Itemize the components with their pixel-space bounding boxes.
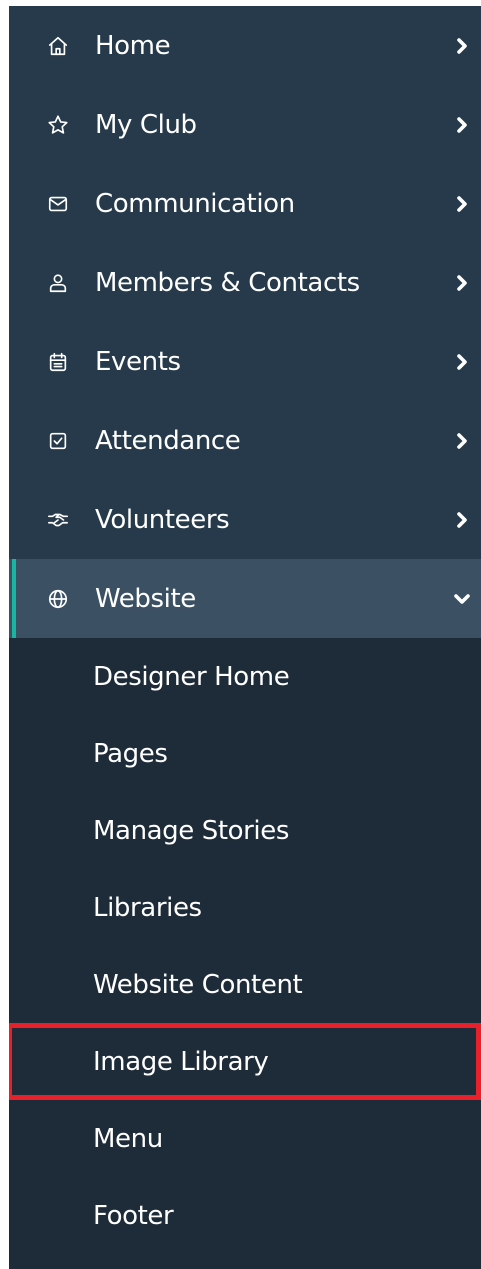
submenu-label: Footer (93, 1200, 174, 1231)
chevron-right-icon (453, 274, 471, 292)
nav-label-communication: Communication (95, 188, 295, 219)
envelope-icon (47, 193, 69, 215)
checkbox-icon (47, 430, 69, 452)
website-submenu: Designer Home Pages Manage Stories Libra… (9, 638, 481, 1254)
submenu-item-menu[interactable]: Menu (9, 1100, 481, 1177)
chevron-right-icon (453, 511, 471, 529)
submenu-label: Designer Home (93, 661, 290, 692)
submenu-label: Website Content (93, 969, 303, 1000)
nav-label-events: Events (95, 346, 181, 377)
submenu-item-manage-stories[interactable]: Manage Stories (9, 792, 481, 869)
submenu-item-website-content[interactable]: Website Content (9, 946, 481, 1023)
nav-label-website: Website (95, 583, 196, 614)
chevron-right-icon (453, 353, 471, 371)
nav-label-attendance: Attendance (95, 425, 241, 456)
nav-item-events[interactable]: Events (9, 322, 481, 401)
nav-item-communication[interactable]: Communication (9, 164, 481, 243)
sidebar-nav: Home My Club Communication Members & Con… (9, 6, 481, 1269)
nav-label-my-club: My Club (95, 109, 197, 140)
nav-item-volunteers[interactable]: Volunteers (9, 480, 481, 559)
person-icon (47, 272, 69, 294)
nav-item-website[interactable]: Website (9, 559, 481, 638)
handshake-icon (47, 509, 69, 531)
submenu-item-image-library[interactable]: Image Library (9, 1023, 481, 1100)
nav-item-attendance[interactable]: Attendance (9, 401, 481, 480)
globe-icon (47, 588, 69, 610)
submenu-label: Pages (93, 738, 168, 769)
nav-item-members-contacts[interactable]: Members & Contacts (9, 243, 481, 322)
chevron-right-icon (453, 432, 471, 450)
nav-label-home: Home (95, 30, 171, 61)
home-icon (47, 35, 69, 57)
chevron-right-icon (453, 195, 471, 213)
nav-item-my-club[interactable]: My Club (9, 85, 481, 164)
chevron-right-icon (453, 116, 471, 134)
submenu-label: Manage Stories (93, 815, 290, 846)
main-menu: Home My Club Communication Members & Con… (9, 6, 481, 638)
chevron-down-icon (453, 590, 471, 608)
submenu-item-footer[interactable]: Footer (9, 1177, 481, 1254)
star-icon (47, 114, 69, 136)
submenu-label: Image Library (93, 1046, 269, 1077)
submenu-label: Libraries (93, 892, 202, 923)
nav-label-members-contacts: Members & Contacts (95, 267, 360, 298)
submenu-item-designer-home[interactable]: Designer Home (9, 638, 481, 715)
nav-item-home[interactable]: Home (9, 6, 481, 85)
calendar-icon (47, 351, 69, 373)
submenu-item-pages[interactable]: Pages (9, 715, 481, 792)
nav-label-volunteers: Volunteers (95, 504, 230, 535)
submenu-label: Menu (93, 1123, 163, 1154)
chevron-right-icon (453, 37, 471, 55)
submenu-item-libraries[interactable]: Libraries (9, 869, 481, 946)
